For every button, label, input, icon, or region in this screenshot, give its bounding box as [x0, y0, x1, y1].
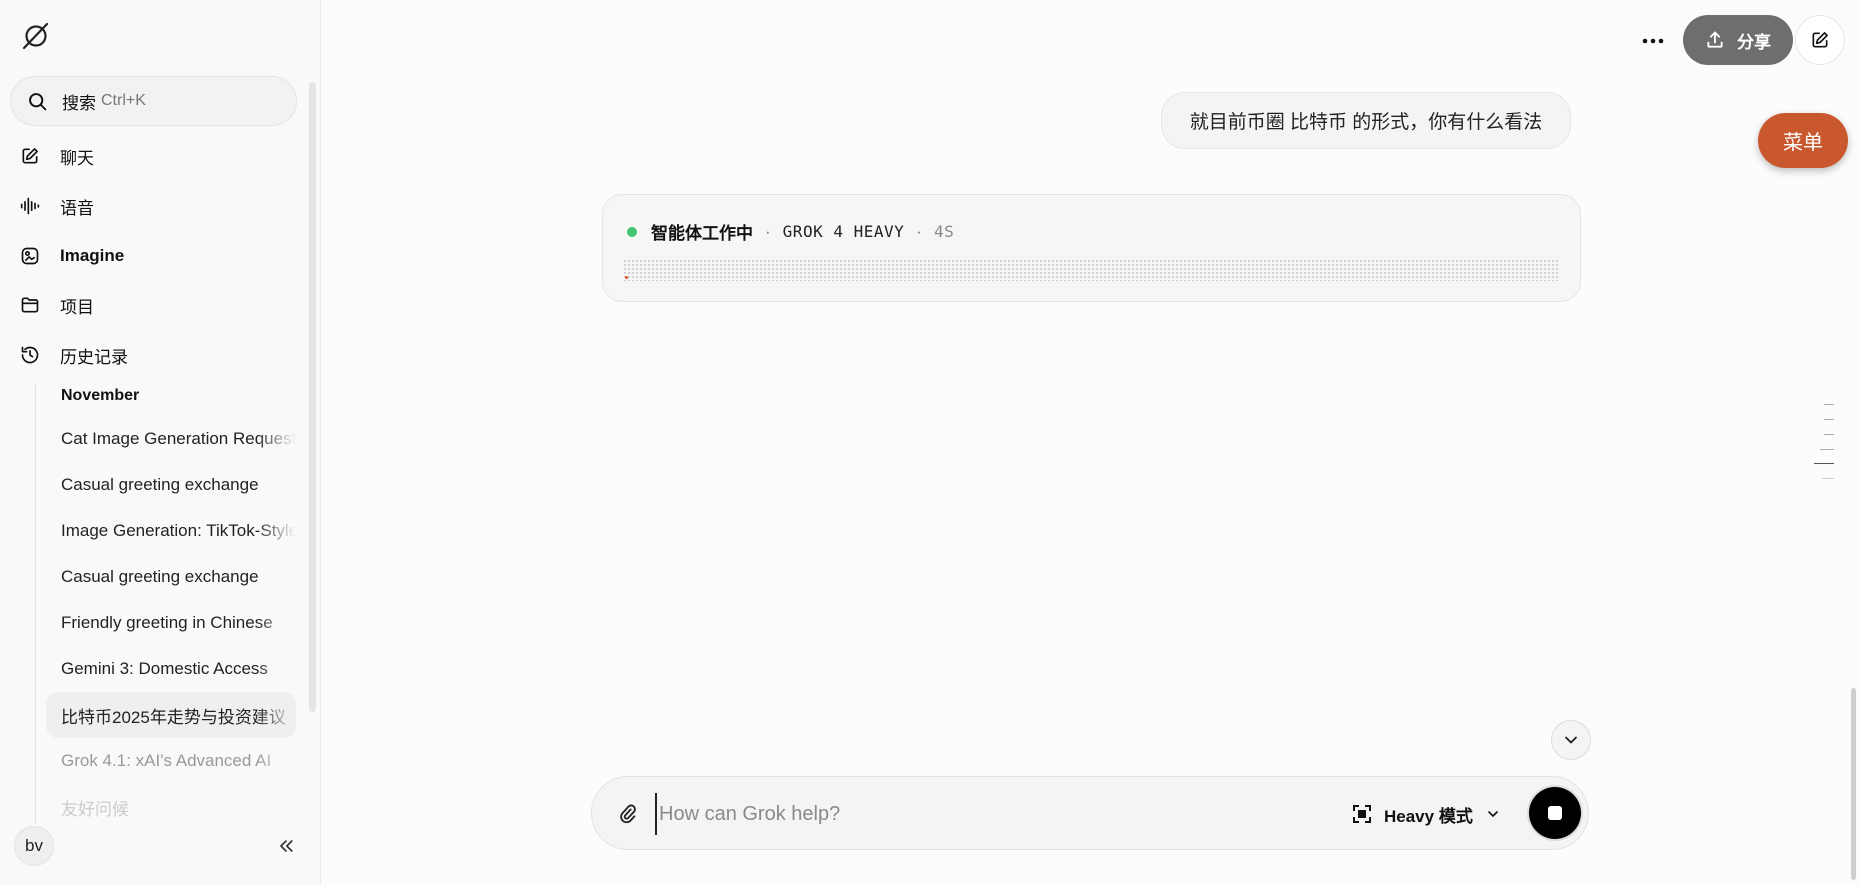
- stop-generation-button[interactable]: [1529, 787, 1581, 839]
- folder-icon: [20, 293, 50, 317]
- main-scrollbar[interactable]: [1851, 688, 1856, 880]
- history-item[interactable]: Casual greeting exchange: [46, 554, 296, 600]
- history-group-heading: November: [61, 387, 140, 404]
- chevron-down-icon: [1565, 736, 1577, 744]
- nav-label: Imagine: [60, 246, 125, 265]
- history-list: Cat Image Generation Request Casual gree…: [46, 416, 296, 824]
- agent-status-card[interactable]: 智能体工作中 · GROK 4 HEAVY · 4S: [602, 194, 1581, 302]
- search-bar[interactable]: 搜索 Ctrl+K: [10, 76, 297, 126]
- nav-item-imagine[interactable]: Imagine: [20, 236, 295, 276]
- sidebar-scrollbar[interactable]: [309, 82, 316, 712]
- agent-progress-dots: [623, 259, 1560, 281]
- ellipsis-icon: [1642, 38, 1664, 44]
- agent-status-header: 智能体工作中 · GROK 4 HEAVY · 4S: [627, 219, 954, 244]
- mode-grid-icon: [1353, 805, 1371, 823]
- history-item[interactable]: Casual greeting exchange: [46, 462, 296, 508]
- nav-item-chat[interactable]: 聊天: [20, 136, 295, 176]
- upload-icon: [1707, 31, 1723, 48]
- nav-item-history[interactable]: 历史记录: [20, 335, 295, 375]
- separator-dot: ·: [916, 221, 922, 241]
- stop-icon: [1548, 806, 1562, 820]
- agent-model: GROK 4 HEAVY: [782, 222, 905, 241]
- nav-label: 聊天: [60, 148, 94, 168]
- conversation-minimap[interactable]: [1810, 400, 1834, 485]
- imagine-icon: [20, 244, 50, 268]
- progress-marker: [625, 276, 628, 279]
- status-dot-icon: [627, 226, 637, 237]
- user-avatar[interactable]: bv: [14, 826, 54, 866]
- nav-label: 语音: [60, 198, 94, 218]
- more-options-button[interactable]: [1636, 26, 1670, 56]
- search-label: 搜索: [62, 93, 96, 113]
- history-item[interactable]: 友好问候: [46, 784, 296, 824]
- mode-selector[interactable]: Heavy 模式: [1352, 796, 1512, 832]
- agent-elapsed-time: 4S: [933, 222, 955, 241]
- history-item[interactable]: Friendly greeting in Chinese: [46, 600, 296, 646]
- attach-button[interactable]: [614, 800, 642, 828]
- edit-icon: [20, 144, 50, 168]
- history-section: November Cat Image Generation Request Ca…: [35, 384, 297, 824]
- grok-logo-icon[interactable]: [20, 20, 52, 52]
- search-shortcut: Ctrl+K: [101, 92, 146, 109]
- share-label: 分享: [1737, 32, 1771, 52]
- menu-button[interactable]: 菜单: [1758, 113, 1848, 168]
- chevron-down-icon: [1487, 811, 1498, 817]
- history-item[interactable]: Grok 4.1: xAI's Advanced AI: [46, 738, 296, 784]
- edit-icon: [1812, 32, 1828, 48]
- prompt-input[interactable]: [655, 793, 1255, 835]
- agent-status-text: 智能体工作中: [651, 224, 753, 243]
- nav-label: 历史记录: [60, 347, 128, 367]
- message-composer: Heavy 模式: [591, 776, 1589, 850]
- user-message-bubble: 就目前币圈 比特币 的形式，你有什么看法: [1161, 92, 1571, 149]
- scroll-to-bottom-button[interactable]: [1551, 720, 1591, 760]
- double-chevron-left-icon: [280, 840, 293, 852]
- nav-item-voice[interactable]: 语音: [20, 186, 295, 226]
- history-item-active[interactable]: 比特币2025年走势与投资建议: [46, 692, 296, 738]
- voice-icon: [20, 194, 50, 218]
- history-item[interactable]: Gemini 3: Domestic Access: [46, 646, 296, 692]
- nav-item-projects[interactable]: 项目: [20, 285, 295, 325]
- history-item[interactable]: Cat Image Generation Request: [46, 416, 296, 462]
- paperclip-icon: [620, 804, 636, 824]
- mode-label: Heavy 模式: [1384, 806, 1473, 826]
- history-icon: [20, 343, 50, 367]
- nav-label: 项目: [60, 297, 94, 317]
- search-icon: [29, 92, 47, 110]
- sidebar: 搜索 Ctrl+K 聊天 语音 Imagine 项目 历史记录 November: [0, 0, 321, 885]
- collapse-sidebar-button[interactable]: [272, 834, 300, 858]
- share-button[interactable]: 分享: [1683, 15, 1793, 65]
- separator-dot: ·: [765, 221, 771, 241]
- history-item[interactable]: Image Generation: TikTok-Style: [46, 508, 296, 554]
- new-chat-button[interactable]: [1795, 15, 1845, 65]
